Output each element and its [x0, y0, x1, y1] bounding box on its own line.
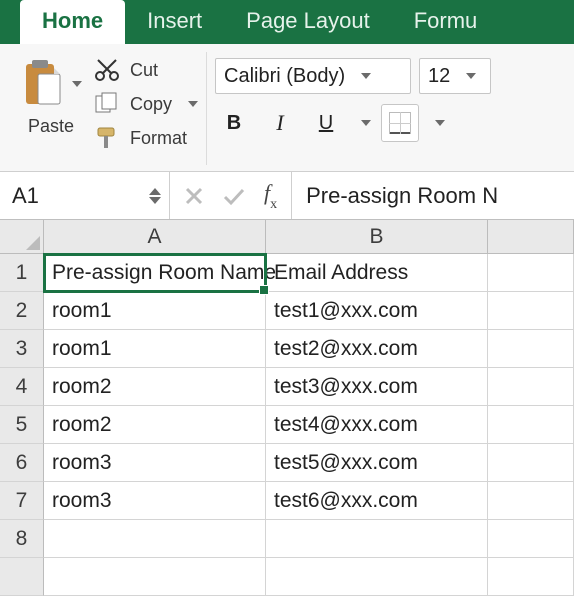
cell-b1[interactable]: Email Address [266, 254, 488, 292]
cell-a6[interactable]: room3 [44, 444, 266, 482]
cut-label: Cut [130, 60, 158, 81]
row-header[interactable] [0, 558, 44, 596]
cell-b9[interactable] [266, 558, 488, 596]
borders-button[interactable] [381, 104, 419, 142]
underline-more-button[interactable] [353, 104, 373, 142]
select-all-corner[interactable] [0, 220, 44, 254]
tab-home[interactable]: Home [20, 0, 125, 44]
font-name-combo[interactable]: Calibri (Body) [215, 58, 411, 94]
font-size-combo[interactable]: 12 [419, 58, 491, 94]
row-header[interactable]: 6 [0, 444, 44, 482]
ribbon-tabs: Home Insert Page Layout Formu [0, 0, 574, 44]
scissors-icon [94, 58, 120, 82]
cell-b4[interactable]: test3@xxx.com [266, 368, 488, 406]
format-painter-button[interactable]: Format [94, 126, 198, 150]
ribbon-body: Paste Cut [0, 44, 574, 172]
font-group: Calibri (Body) 12 B I U [207, 52, 499, 165]
cell-b6[interactable]: test5@xxx.com [266, 444, 488, 482]
row-header[interactable]: 3 [0, 330, 44, 368]
copy-button[interactable]: Copy [94, 92, 198, 116]
chevron-down-icon[interactable] [72, 81, 82, 87]
cell-a5[interactable]: room2 [44, 406, 266, 444]
cell-a9[interactable] [44, 558, 266, 596]
chevron-down-icon [435, 120, 445, 126]
cell-c5[interactable] [488, 406, 574, 444]
cell-b8[interactable] [266, 520, 488, 558]
bold-icon: B [227, 112, 241, 135]
cell-c9[interactable] [488, 558, 574, 596]
chevron-down-icon[interactable] [188, 101, 198, 107]
row-header[interactable]: 2 [0, 292, 44, 330]
column-header-a[interactable]: A [44, 220, 266, 254]
italic-button[interactable]: I [261, 104, 299, 142]
copy-label: Copy [130, 94, 172, 115]
chevron-down-icon [361, 73, 371, 79]
cell-a8[interactable] [44, 520, 266, 558]
tab-insert[interactable]: Insert [125, 0, 224, 44]
cell-c1[interactable] [488, 254, 574, 292]
format-label: Format [130, 128, 187, 149]
chevron-down-icon [466, 73, 476, 79]
underline-button[interactable]: U [307, 104, 345, 142]
formula-bar-row: A1 fx Pre-assign Room N [0, 172, 574, 220]
cell-a7[interactable]: room3 [44, 482, 266, 520]
column-header-b[interactable]: B [266, 220, 488, 254]
chevron-down-icon [361, 120, 371, 126]
column-header-c[interactable] [488, 220, 574, 254]
font-name-value: Calibri (Body) [224, 65, 345, 88]
row-header[interactable]: 7 [0, 482, 44, 520]
tab-page-layout[interactable]: Page Layout [224, 0, 392, 44]
chevron-down-icon [149, 197, 161, 204]
cell-b5[interactable]: test4@xxx.com [266, 406, 488, 444]
cell-b2[interactable]: test1@xxx.com [266, 292, 488, 330]
copy-icon [94, 92, 120, 116]
name-box-stepper[interactable] [149, 188, 161, 204]
paintbrush-icon [94, 126, 120, 150]
chevron-up-icon [149, 188, 161, 195]
tab-formulas[interactable]: Formu [392, 0, 500, 44]
cell-a4[interactable]: room2 [44, 368, 266, 406]
accept-formula-icon[interactable] [222, 186, 246, 206]
cell-c4[interactable] [488, 368, 574, 406]
clipboard-group: Paste Cut [10, 52, 207, 165]
cell-b3[interactable]: test2@xxx.com [266, 330, 488, 368]
name-box-value: A1 [12, 183, 39, 209]
cell-c3[interactable] [488, 330, 574, 368]
cell-b7[interactable]: test6@xxx.com [266, 482, 488, 520]
cell-c2[interactable] [488, 292, 574, 330]
bold-button[interactable]: B [215, 104, 253, 142]
cell-c7[interactable] [488, 482, 574, 520]
formula-input[interactable]: Pre-assign Room N [292, 172, 574, 219]
font-size-value: 12 [428, 65, 450, 88]
borders-icon [389, 112, 411, 134]
formula-value: Pre-assign Room N [306, 183, 498, 209]
name-box[interactable]: A1 [0, 172, 170, 219]
cell-a1[interactable]: Pre-assign Room Name [44, 254, 266, 292]
paste-label: Paste [28, 116, 74, 137]
spreadsheet-grid[interactable]: A B 1 Pre-assign Room Name Email Address… [0, 220, 574, 596]
cut-button[interactable]: Cut [94, 58, 198, 82]
cell-c6[interactable] [488, 444, 574, 482]
formula-controls: fx [170, 172, 292, 219]
fx-icon[interactable]: fx [264, 180, 277, 210]
row-header[interactable]: 8 [0, 520, 44, 558]
row-header[interactable]: 4 [0, 368, 44, 406]
borders-more-button[interactable] [427, 104, 447, 142]
paste-icon [20, 58, 66, 110]
row-header[interactable]: 5 [0, 406, 44, 444]
cancel-formula-icon[interactable] [184, 186, 204, 206]
row-header[interactable]: 1 [0, 254, 44, 292]
paste-button[interactable]: Paste [18, 52, 84, 137]
cell-c8[interactable] [488, 520, 574, 558]
cell-a3[interactable]: room1 [44, 330, 266, 368]
underline-icon: U [319, 112, 333, 135]
cell-a2[interactable]: room1 [44, 292, 266, 330]
italic-icon: I [276, 110, 283, 136]
